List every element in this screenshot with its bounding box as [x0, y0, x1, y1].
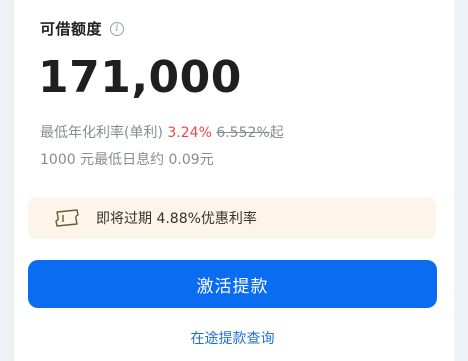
- credit-label-row: 可借额度 i: [40, 18, 125, 39]
- coupon-text: 即将过期 4.88%优惠利率: [96, 211, 257, 227]
- credit-label: 可借额度: [40, 20, 103, 38]
- pending-withdrawal-link[interactable]: 在途提款查询: [28, 328, 437, 348]
- rate-current: 3.24%: [167, 125, 212, 141]
- rate-row: 最低年化利率(单利) 3.24% 6.552%起: [40, 122, 284, 142]
- rate-original: 6.552%: [216, 125, 270, 141]
- daily-interest-text: 1000 元最低日息约 0.09元: [40, 152, 214, 168]
- activate-withdraw-button[interactable]: 激活提款: [28, 260, 437, 308]
- rate-prefix: 最低年化利率(单利): [40, 125, 163, 141]
- ticket-icon: [54, 208, 80, 228]
- rate-suffix: 起: [269, 125, 284, 141]
- coupon-banner[interactable]: 即将过期 4.88%优惠利率: [28, 197, 436, 239]
- info-icon[interactable]: i: [110, 21, 125, 36]
- credit-amount: 171,000: [38, 52, 242, 103]
- credit-card: 可借额度 i 171,000 最低年化利率(单利) 3.24% 6.552%起 …: [14, 0, 454, 361]
